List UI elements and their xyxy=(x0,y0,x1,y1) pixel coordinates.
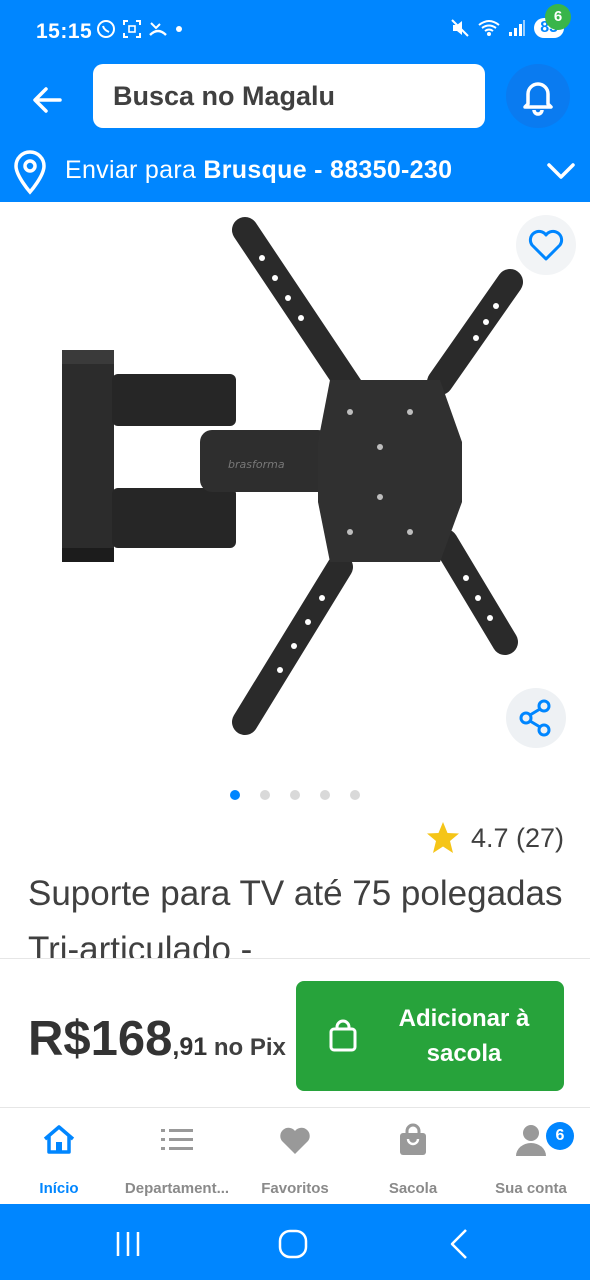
price-main: R$168 xyxy=(28,1012,173,1066)
product-title: Suporte para TV até 75 polegadas Tri-art… xyxy=(28,874,563,958)
purchase-bar: R$168,91 no Pix Adicionar à sacola xyxy=(0,958,590,1108)
back-button-icon[interactable] xyxy=(440,1224,480,1264)
account-badge: 6 xyxy=(546,1122,574,1150)
notifications-badge: 6 xyxy=(545,4,571,30)
share-icon xyxy=(519,699,551,737)
status-bar: 15:15 83 xyxy=(0,0,590,60)
chevron-down-icon[interactable] xyxy=(543,156,579,186)
user-icon xyxy=(516,1125,546,1156)
carousel-dot-5[interactable] xyxy=(350,790,360,800)
share-button[interactable] xyxy=(506,688,566,748)
add-to-bag-button[interactable]: Adicionar à sacola xyxy=(296,981,564,1091)
bottom-navigation: Início Departament... Favoritos Sacola S… xyxy=(0,1112,590,1204)
system-navigation-bar xyxy=(0,1204,590,1280)
missed-call-icon xyxy=(149,22,167,36)
shipping-prefix: Enviar para xyxy=(65,156,204,184)
carousel-dot-4[interactable] xyxy=(320,790,330,800)
nav-label-account: Sua conta xyxy=(495,1180,567,1197)
carousel-dot-1[interactable] xyxy=(230,790,240,800)
product-rating[interactable]: 4.7 (27) xyxy=(425,820,564,856)
list-icon xyxy=(161,1129,193,1150)
notifications-button[interactable] xyxy=(506,64,570,128)
whatsapp-icon xyxy=(97,20,115,38)
heart-icon xyxy=(280,1127,310,1154)
favorite-button[interactable] xyxy=(516,215,576,275)
rating-value: 4.7 (27) xyxy=(470,822,564,853)
mute-icon xyxy=(451,19,469,37)
bag-icon xyxy=(400,1123,426,1155)
screenshot-icon xyxy=(123,20,141,38)
home-button-icon[interactable] xyxy=(273,1224,313,1264)
bell-icon xyxy=(523,82,553,116)
add-to-bag-label: Adicionar à sacola xyxy=(398,1005,530,1067)
product-image[interactable]: brasforma xyxy=(0,202,590,772)
shipping-location-bar[interactable]: Enviar para Brusque - 88350-230 xyxy=(0,140,590,202)
signal-icon xyxy=(509,20,526,36)
shipping-text: Enviar para Brusque - 88350-230 xyxy=(65,156,452,185)
nav-item-home[interactable]: Início xyxy=(0,1122,118,1202)
nav-item-departments[interactable]: Departament... xyxy=(118,1122,236,1202)
search-input[interactable]: Busca no Magalu xyxy=(93,64,485,128)
home-icon xyxy=(43,1125,75,1154)
star-icon xyxy=(426,822,459,853)
nav-label-favorites: Favoritos xyxy=(261,1180,329,1197)
nav-item-favorites[interactable]: Favoritos xyxy=(236,1122,354,1202)
nav-label-home: Início xyxy=(39,1180,79,1197)
nav-label-bag: Sacola xyxy=(388,1180,438,1197)
status-time: 15:15 xyxy=(36,20,93,43)
price-payment-method: no Pix xyxy=(207,1034,286,1061)
nav-item-bag[interactable]: Sacola xyxy=(354,1122,472,1202)
product-price: R$168,91 no Pix xyxy=(28,1011,298,1067)
location-pin-icon xyxy=(14,150,46,195)
price-cents: ,91 xyxy=(172,1033,208,1061)
carousel-dots xyxy=(230,790,360,800)
shipping-location: Brusque - 88350-230 xyxy=(203,156,453,184)
carousel-dot-3[interactable] xyxy=(290,790,300,800)
recent-apps-icon[interactable] xyxy=(108,1224,148,1264)
search-placeholder: Busca no Magalu xyxy=(113,80,336,111)
heart-icon xyxy=(528,229,564,261)
dot-icon xyxy=(176,26,182,32)
back-arrow-icon[interactable] xyxy=(26,78,70,122)
header: Busca no Magalu xyxy=(0,60,590,140)
wifi-icon xyxy=(478,20,500,36)
carousel-dot-2[interactable] xyxy=(260,790,270,800)
bag-icon xyxy=(329,1019,357,1052)
nav-label-departments: Departament... xyxy=(124,1180,230,1197)
svg-text:brasforma: brasforma xyxy=(228,458,285,471)
status-left-icons xyxy=(96,19,184,39)
